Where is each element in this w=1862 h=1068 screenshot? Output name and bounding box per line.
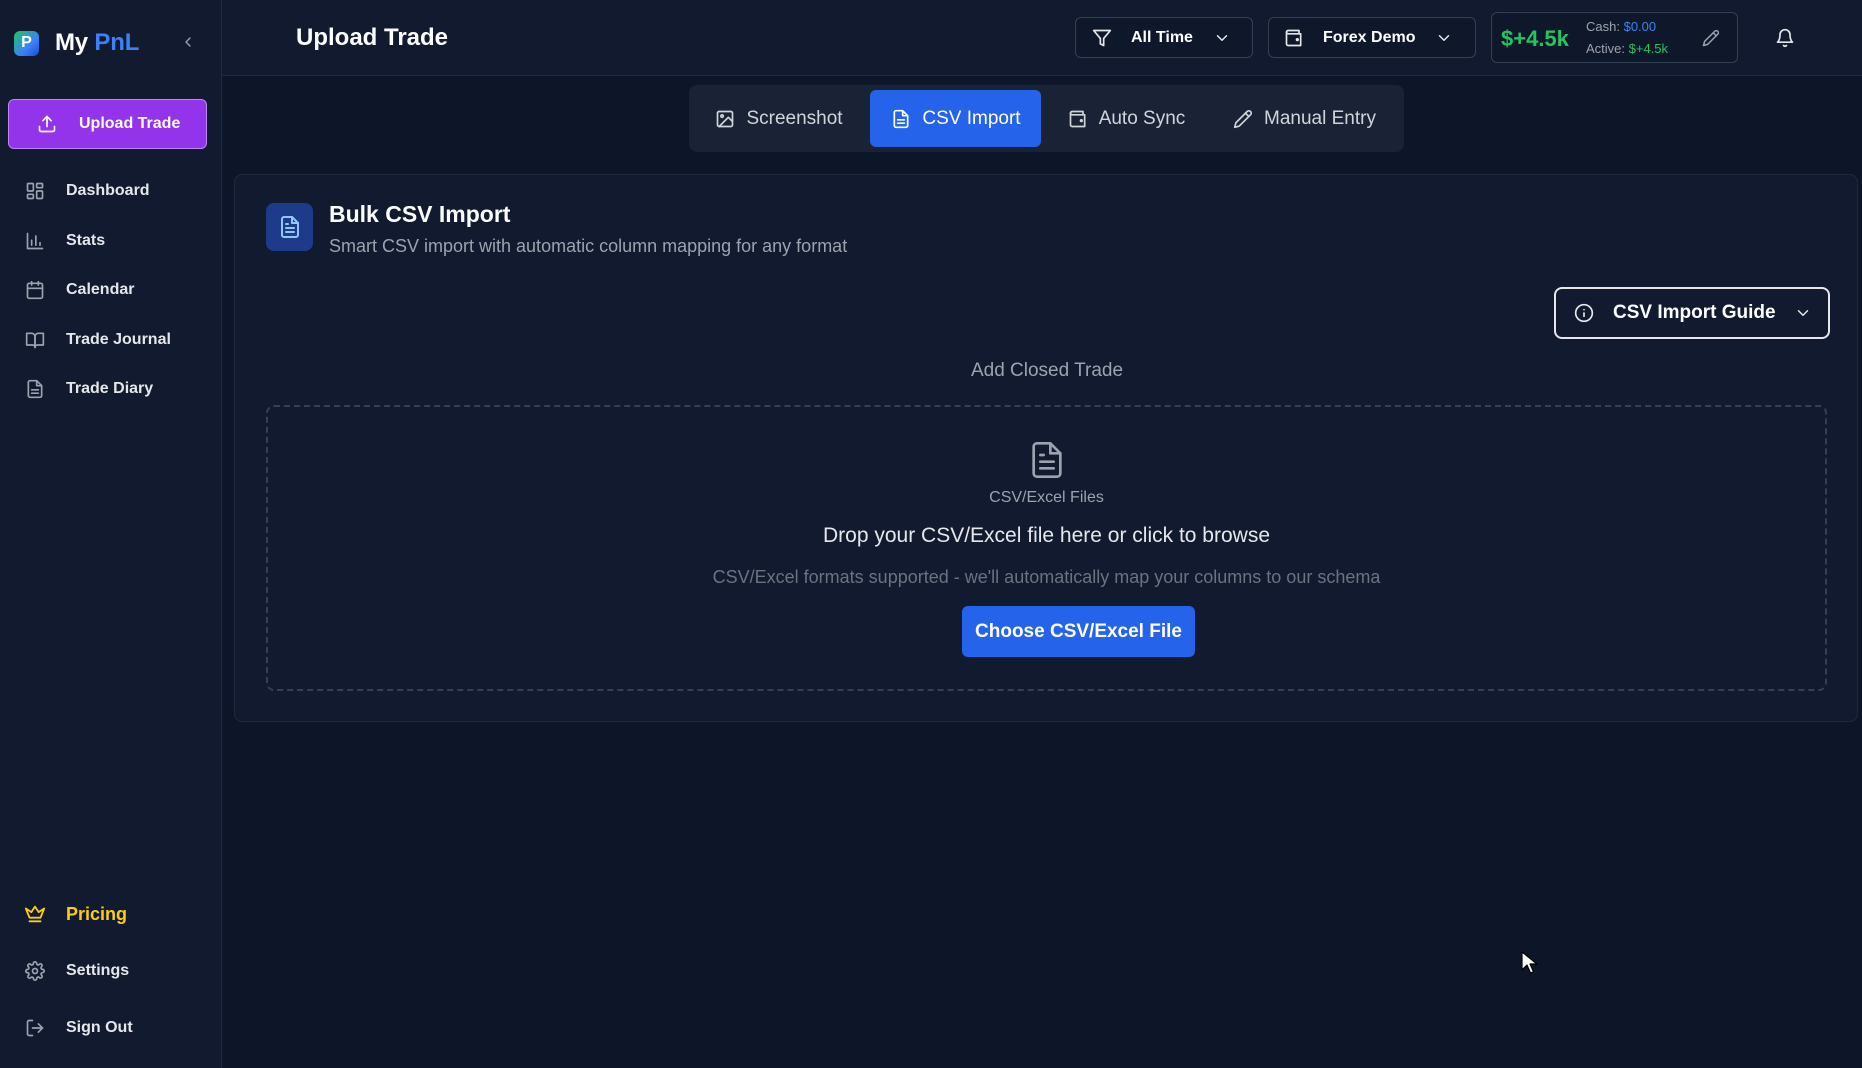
cash-balance: Cash: $0.00: [1586, 19, 1656, 34]
tab-manual-entry[interactable]: Manual Entry: [1211, 90, 1397, 147]
csv-import-card: Bulk CSV Import Smart CSV import with au…: [234, 174, 1858, 722]
notifications-button[interactable]: [1774, 27, 1796, 49]
upload-trade-button[interactable]: Upload Trade: [8, 99, 207, 149]
app-root: P My PnL Upload Trade Dashboard Stats Ca…: [0, 0, 1862, 1068]
sidebar-item-label: Settings: [66, 962, 130, 979]
cash-label: Cash:: [1586, 19, 1620, 34]
filter-icon: [1091, 27, 1113, 49]
gear-icon: [24, 960, 46, 982]
bar-chart-icon: [24, 230, 46, 252]
chevron-down-icon: [1433, 27, 1455, 49]
collapse-sidebar-button[interactable]: [178, 32, 198, 52]
time-filter-label: All Time: [1131, 28, 1193, 46]
file-text-icon: [280, 216, 299, 238]
dropzone-hint: CSV/Excel formats supported - we'll auto…: [712, 567, 1381, 587]
csv-import-guide-button[interactable]: CSV Import Guide: [1554, 287, 1830, 339]
brand-name-part1: My: [55, 29, 88, 56]
sidebar-item-settings[interactable]: Settings: [24, 959, 129, 983]
brand[interactable]: P My PnL: [14, 28, 139, 58]
sidebar-item-label: Trade Journal: [66, 331, 171, 348]
card-title: Bulk CSV Import: [329, 201, 511, 227]
upload-trade-label: Upload Trade: [79, 115, 181, 132]
choose-file-button[interactable]: Choose CSV/Excel File: [962, 606, 1195, 657]
card-icon-box: [266, 203, 313, 251]
calendar-icon: [24, 279, 46, 301]
sidebar: P My PnL Upload Trade Dashboard Stats Ca…: [0, 0, 222, 1068]
sidebar-item-dashboard[interactable]: Dashboard: [24, 179, 150, 203]
sidebar-item-label: Pricing: [66, 903, 128, 924]
section-label: Add Closed Trade: [970, 360, 1124, 381]
sidebar-item-label: Trade Diary: [66, 380, 154, 397]
sidebar-item-pricing[interactable]: Pricing: [24, 902, 127, 926]
wallet-icon: [1067, 108, 1089, 130]
sidebar-item-label: Calendar: [66, 281, 135, 298]
top-header: Upload Trade All Time Forex Demo $+4.5k …: [222, 0, 1862, 76]
active-label: Active:: [1586, 41, 1626, 56]
dropzone-instructions: Drop your CSV/Excel file here or click t…: [823, 524, 1270, 547]
dropzone-icon-wrap: [268, 439, 1825, 481]
card-subtitle: Smart CSV import with automatic column m…: [329, 236, 848, 256]
sidebar-item-label: Stats: [66, 232, 106, 249]
tab-label: CSV Import: [922, 107, 1021, 129]
sidebar-item-stats[interactable]: Stats: [24, 229, 105, 253]
sidebar-item-label: Dashboard: [66, 182, 150, 199]
dashboard-icon: [24, 180, 46, 202]
account-dropdown[interactable]: Forex Demo: [1268, 17, 1476, 58]
mouse-cursor-icon: [1521, 951, 1538, 974]
sidebar-item-trade-journal[interactable]: Trade Journal: [24, 328, 171, 352]
account-label: Forex Demo: [1323, 28, 1416, 46]
pencil-icon: [1232, 108, 1254, 130]
csv-import-guide-label: CSV Import Guide: [1613, 302, 1776, 323]
wallet-icon: [1283, 27, 1305, 49]
log-out-icon: [24, 1017, 46, 1039]
pnl-summary: $+4.5k Cash: $0.00 Active: $+4.5k: [1491, 12, 1738, 63]
tab-screenshot[interactable]: Screenshot: [697, 90, 860, 147]
upload-method-tabs: Screenshot CSV Import Auto Sync Manual E…: [689, 85, 1404, 152]
file-text-icon: [24, 378, 46, 400]
time-filter-dropdown[interactable]: All Time: [1075, 17, 1253, 58]
dropzone-file-type: CSV/Excel Files: [989, 489, 1104, 506]
brand-name-part2: PnL: [94, 29, 140, 56]
tab-csv-import[interactable]: CSV Import: [870, 90, 1041, 147]
chevron-left-icon: [185, 37, 191, 47]
sidebar-item-calendar[interactable]: Calendar: [24, 278, 134, 302]
sidebar-item-sign-out[interactable]: Sign Out: [24, 1016, 133, 1040]
active-value: $+4.5k: [1628, 41, 1669, 56]
page-title: Upload Trade: [296, 24, 449, 51]
info-icon: [1573, 302, 1595, 324]
upload-icon: [37, 114, 57, 134]
book-open-icon: [24, 329, 46, 351]
file-text-icon: [890, 108, 912, 130]
crown-icon: [24, 903, 46, 925]
cash-value: $0.00: [1623, 19, 1657, 34]
pencil-icon: [1702, 29, 1720, 47]
brand-logo: P: [14, 30, 39, 56]
file-dropzone[interactable]: CSV/Excel Files Drop your CSV/Excel file…: [266, 405, 1827, 691]
image-icon: [714, 108, 736, 130]
active-balance: Active: $+4.5k: [1586, 41, 1668, 56]
brand-name: My PnL: [55, 29, 139, 57]
chevron-down-icon: [1792, 302, 1814, 324]
pnl-total: $+4.5k: [1501, 26, 1569, 51]
bell-icon: [1776, 28, 1794, 48]
sidebar-item-trade-diary[interactable]: Trade Diary: [24, 377, 153, 401]
sidebar-item-label: Sign Out: [66, 1019, 133, 1036]
tab-label: Screenshot: [746, 107, 843, 129]
tab-label: Manual Entry: [1264, 107, 1376, 129]
edit-balance-button[interactable]: [1701, 28, 1721, 48]
chevron-down-icon: [1211, 27, 1233, 49]
tab-auto-sync[interactable]: Auto Sync: [1051, 90, 1201, 147]
tab-label: Auto Sync: [1098, 107, 1186, 129]
file-text-icon: [1031, 442, 1062, 478]
